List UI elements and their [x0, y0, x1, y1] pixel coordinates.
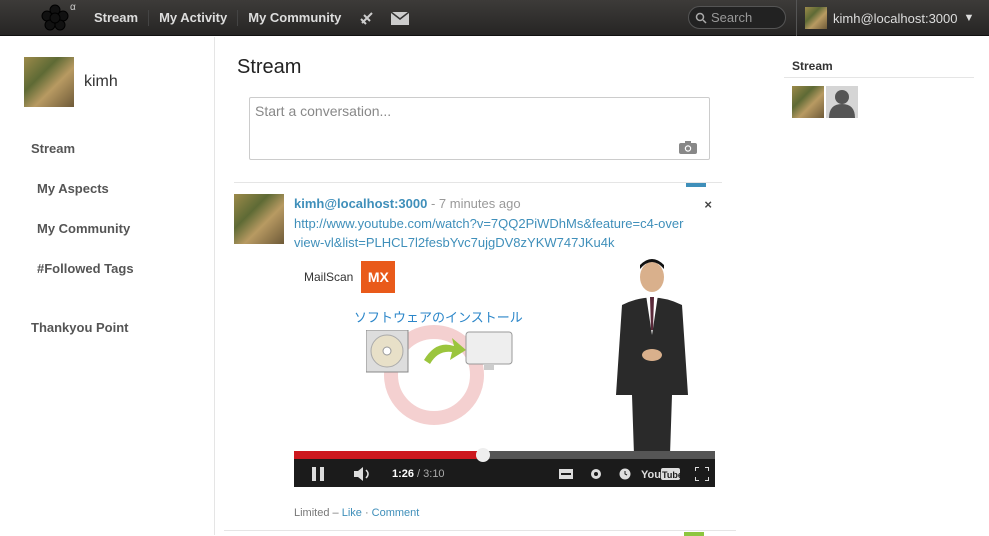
- avatar[interactable]: [792, 86, 824, 118]
- video-progress-played: [294, 451, 484, 459]
- sidebar-item-stream[interactable]: Stream: [31, 141, 134, 181]
- fullscreen-icon[interactable]: [695, 467, 709, 481]
- page-title: Stream: [237, 56, 302, 78]
- notifications-icon[interactable]: [351, 10, 383, 26]
- avatar[interactable]: [24, 57, 74, 107]
- captions-icon[interactable]: [559, 469, 573, 479]
- post-aspect-marker: [686, 183, 706, 187]
- post-visibility: Limited: [294, 507, 330, 519]
- post-aspect-marker: [684, 532, 704, 536]
- asterisk-logo-icon: [41, 4, 69, 31]
- comment-link[interactable]: Comment: [372, 507, 420, 519]
- svg-text:Tube: Tube: [662, 470, 681, 480]
- avatar: [805, 7, 827, 29]
- profile-name[interactable]: kimh: [84, 73, 118, 91]
- publisher-placeholder: Start a conversation...: [255, 103, 392, 119]
- publisher-input[interactable]: Start a conversation...: [249, 97, 710, 160]
- diaspora-logo[interactable]: α: [40, 2, 80, 34]
- post-author-link[interactable]: kimh@localhost:3000: [294, 196, 427, 211]
- search-icon: [695, 12, 707, 24]
- footer-separator: –: [329, 507, 342, 519]
- search-input[interactable]: Search: [688, 6, 786, 29]
- volume-icon[interactable]: [354, 467, 372, 481]
- camera-icon[interactable]: [679, 141, 697, 154]
- next-stream-post: [224, 530, 736, 536]
- watch-later-icon[interactable]: [619, 468, 631, 480]
- svg-text:You: You: [641, 469, 661, 481]
- right-sidebar: Stream: [784, 37, 974, 118]
- like-link[interactable]: Like: [342, 507, 362, 519]
- alpha-badge: α: [70, 2, 76, 13]
- profile-summary[interactable]: kimh: [24, 57, 118, 107]
- right-section-title: Stream: [784, 37, 974, 78]
- presenter-figure-icon: [616, 259, 688, 455]
- video-slide-title: ソフトウェアのインストール: [354, 310, 523, 325]
- chevron-down-icon: ▼: [963, 12, 975, 24]
- avatar[interactable]: [234, 194, 284, 244]
- mailscan-label: MailScan: [304, 270, 354, 284]
- nav-my-community[interactable]: My Community: [238, 10, 351, 26]
- close-icon[interactable]: ×: [704, 197, 712, 212]
- contact-avatars: [784, 78, 974, 118]
- user-menu[interactable]: kimh@localhost:3000 ▼: [796, 0, 989, 36]
- mailscan-brand: MailScan MX: [304, 261, 396, 293]
- install-illustration-icon: [366, 330, 513, 373]
- mail-icon[interactable]: [383, 11, 417, 25]
- left-sidebar: kimh Stream My Aspects My Community #Fol…: [0, 37, 215, 535]
- sidebar-item-followed-tags[interactable]: #Followed Tags: [31, 261, 134, 320]
- video-controls: 1:26 / 3:10 You Tube: [294, 448, 715, 487]
- sidebar-nav: Stream My Aspects My Community #Followed…: [31, 141, 134, 360]
- sidebar-item-my-community[interactable]: My Community: [31, 221, 134, 261]
- post-timestamp[interactable]: - 7 minutes ago: [427, 196, 521, 211]
- user-name: kimh@localhost:3000: [833, 10, 958, 26]
- default-user-icon: [829, 90, 855, 118]
- mx-logo: MX: [361, 261, 396, 293]
- post-link[interactable]: http://www.youtube.com/watch?v=7QQ2PiWDh…: [294, 214, 684, 252]
- video-current-time: 1:26: [392, 468, 415, 480]
- top-bar: α Stream My Activity My Community Search…: [0, 0, 989, 36]
- video-control-row: 1:26 / 3:10 You Tube: [294, 461, 715, 487]
- video-progress-bar[interactable]: [294, 448, 715, 462]
- gear-icon[interactable]: [589, 467, 603, 481]
- stream-post: kimh@localhost:3000 - 7 minutes ago × ht…: [234, 182, 722, 532]
- sidebar-item-thankyou-point[interactable]: Thankyou Point: [31, 320, 134, 360]
- sidebar-item-my-aspects[interactable]: My Aspects: [31, 181, 134, 221]
- youtube-logo-icon[interactable]: You Tube: [641, 467, 681, 481]
- search-placeholder: Search: [711, 10, 753, 25]
- avatar[interactable]: [826, 86, 858, 118]
- nav-stream[interactable]: Stream: [84, 10, 150, 26]
- video-player[interactable]: MailScan MX ソフトウェアのインストール 1:26 / 3:10 Yo…: [294, 255, 715, 487]
- post-author: kimh@localhost:3000 - 7 minutes ago: [294, 196, 521, 211]
- nav-my-activity[interactable]: My Activity: [149, 10, 239, 26]
- pause-icon[interactable]: [312, 467, 324, 481]
- video-scrubber-handle[interactable]: [476, 448, 491, 462]
- video-duration: / 3:10: [417, 468, 445, 480]
- post-footer: Limited – Like · Comment: [294, 507, 419, 519]
- footer-dot: ·: [361, 507, 372, 519]
- main-nav: Stream My Activity My Community: [84, 0, 417, 36]
